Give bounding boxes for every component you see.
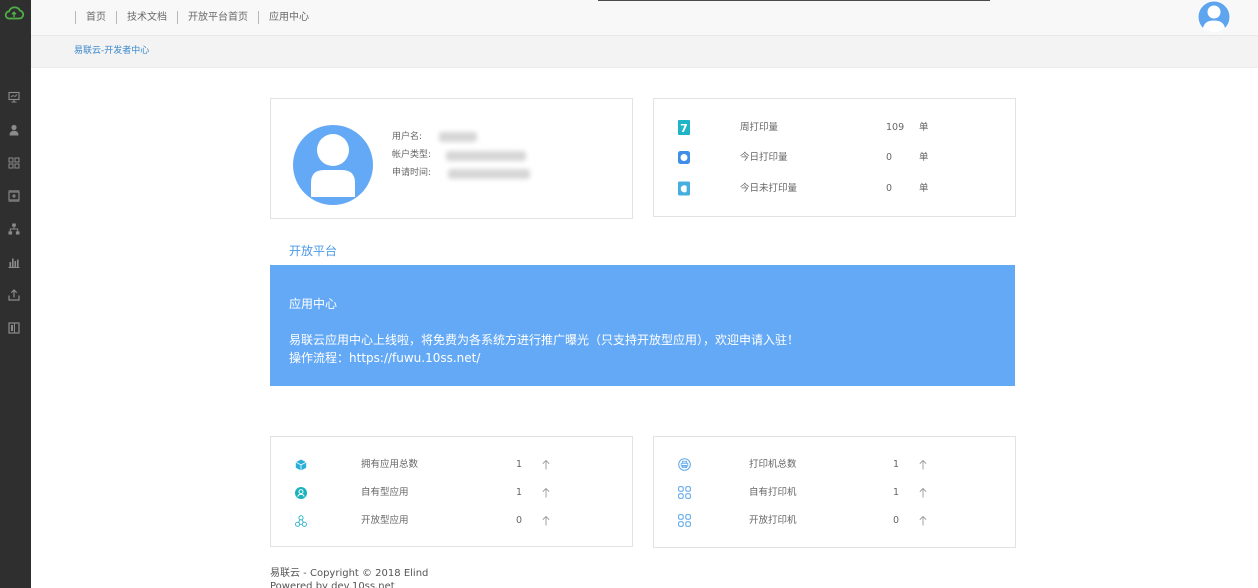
stat-label: 周打印量 <box>740 122 779 133</box>
app-center-banner: 应用中心 易联云应用中心上线啦，将免费为各系统方进行推广曝光（只支持开放型应用）… <box>270 265 1015 386</box>
banner-process-link[interactable]: https://fuwu.10ss.net/ <box>349 351 480 365</box>
footer-powered-by: Powered by dev.10ss.net <box>270 581 395 588</box>
table-row: 自有型应用 1 <box>271 486 632 500</box>
list-item: 7 周打印量 109 单 <box>654 120 1015 135</box>
sidebar-item-sitemap[interactable] <box>8 223 20 235</box>
stat-value: 0 <box>886 152 893 163</box>
nav-tech-docs[interactable]: 技术文档 <box>116 11 177 24</box>
field-label: 帐户类型: <box>392 150 432 160</box>
arrow-up-icon <box>542 487 550 498</box>
bar-chart-icon <box>8 258 20 268</box>
stat-unit: 单 <box>919 183 929 194</box>
stat-label: 自有打印机 <box>749 487 797 498</box>
plus-box-icon <box>8 190 20 202</box>
stat-value: 0 <box>886 183 893 194</box>
nav-home[interactable]: 首页 <box>75 11 116 24</box>
top-nav: 首页 技术文档 开放平台首页 应用中心 <box>75 11 319 24</box>
banner-announcement: 易联云应用中心上线啦，将免费为各系统方进行推广曝光（只支持开放型应用），欢迎申请… <box>289 333 800 347</box>
banner-process: 操作流程：https://fuwu.10ss.net/ <box>289 350 480 366</box>
arrow-up-icon <box>919 487 927 498</box>
table-row: 开放型应用 0 <box>271 514 632 528</box>
table-row: 拥有应用总数 1 <box>271 458 632 472</box>
sidebar-item-plus-box[interactable] <box>8 190 20 202</box>
today-icon <box>678 151 690 164</box>
arrow-up-icon <box>919 515 927 526</box>
stat-value: 1 <box>516 459 523 470</box>
sidebar-item-statistics[interactable] <box>8 256 20 268</box>
nav-app-center[interactable]: 应用中心 <box>258 11 319 24</box>
stat-label: 打印机总数 <box>749 459 797 470</box>
stat-value: 1 <box>893 487 900 498</box>
app-stats-card: 拥有应用总数 1 自有型应用 1 开放型应用 0 <box>270 436 633 547</box>
stat-label: 今日未打印量 <box>740 183 798 194</box>
field-label: 申请时间: <box>392 168 432 178</box>
table-row: 开放打印机 0 <box>654 514 1015 528</box>
redacted-value <box>446 151 526 161</box>
stat-value: 0 <box>893 515 900 526</box>
user-avatar-button[interactable] <box>1196 0 1232 36</box>
profile-field-account-type: 帐户类型: <box>271 148 632 162</box>
columns-icon <box>8 322 20 334</box>
banner-title: 应用中心 <box>289 297 338 311</box>
arrow-up-icon <box>919 459 927 470</box>
top-edge-line <box>598 0 990 1</box>
profile-card: 用户名: 帐户类型: 申请时间: <box>270 98 633 219</box>
table-row: 打印机总数 1 <box>654 458 1015 472</box>
redacted-value <box>439 132 477 142</box>
stat-label: 开放打印机 <box>749 515 797 526</box>
arrow-up-icon <box>542 515 550 526</box>
calendar-week-icon: 7 <box>678 120 690 135</box>
stat-value: 0 <box>516 515 523 526</box>
pending-icon <box>678 181 690 196</box>
upload-icon <box>8 289 20 301</box>
stat-value: 1 <box>516 487 523 498</box>
monitor-icon <box>8 91 20 103</box>
banner-process-label: 操作流程： <box>289 351 350 365</box>
footer-copyright: 易联云 - Copyright © 2018 Elind <box>270 568 429 579</box>
sidebar-item-grid[interactable] <box>8 157 20 169</box>
sidebar-item-monitor[interactable] <box>8 91 20 103</box>
table-row: 自有打印机 1 <box>654 486 1015 500</box>
stat-value: 1 <box>893 459 900 470</box>
stat-value: 109 <box>886 122 905 133</box>
arrow-up-icon <box>542 459 550 470</box>
share-nodes-icon <box>295 515 307 527</box>
stat-label: 自有型应用 <box>361 487 409 498</box>
sidebar-item-user[interactable] <box>8 124 20 136</box>
section-title: 开放平台 <box>289 244 338 258</box>
profile-field-apply-time: 申请时间: <box>271 166 632 180</box>
user-circle-icon <box>295 487 307 499</box>
breadcrumb-link[interactable]: 易联云-开发者中心 <box>74 45 149 57</box>
stat-label: 拥有应用总数 <box>361 459 419 470</box>
sitemap-icon <box>8 223 20 235</box>
sidebar-item-columns[interactable] <box>8 322 20 334</box>
stat-unit: 单 <box>919 152 929 163</box>
breadcrumb: 易联云-开发者中心 <box>31 35 1258 68</box>
list-item: 今日打印量 0 单 <box>654 151 1015 165</box>
print-stats-card: 7 周打印量 109 单 今日打印量 0 单 今日未打印量 0 单 <box>653 98 1016 217</box>
stat-unit: 单 <box>919 122 929 133</box>
field-label: 用户名: <box>392 132 423 142</box>
top-header: 首页 技术文档 开放平台首页 应用中心 <box>31 0 1258 35</box>
printer-icon <box>678 458 691 471</box>
qr-grid-icon <box>678 514 691 527</box>
nav-platform-home[interactable]: 开放平台首页 <box>177 11 258 24</box>
calendar-day-number: 7 <box>680 122 688 135</box>
profile-field-username: 用户名: <box>271 130 632 144</box>
user-icon <box>9 124 19 136</box>
qr-grid-icon <box>678 486 691 499</box>
grid-icon <box>8 157 20 169</box>
sidebar <box>0 0 31 588</box>
list-item: 今日未打印量 0 单 <box>654 181 1015 196</box>
sidebar-item-upload[interactable] <box>8 289 20 301</box>
redacted-value <box>448 169 530 179</box>
cloud-logo-icon[interactable] <box>3 3 25 21</box>
stat-label: 开放型应用 <box>361 515 409 526</box>
avatar-icon <box>1197 0 1231 34</box>
printer-stats-card: 打印机总数 1 自有打印机 1 开放打印机 0 <box>653 436 1016 548</box>
stat-label: 今日打印量 <box>740 152 788 163</box>
cube-icon <box>295 459 307 471</box>
